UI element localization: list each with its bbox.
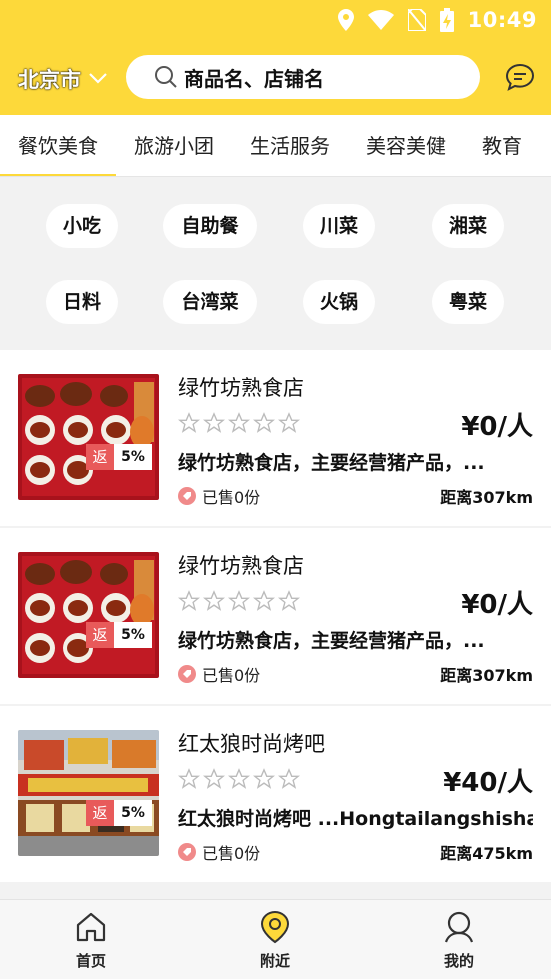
star-empty-icon bbox=[253, 768, 275, 789]
nav-home-label: 首页 bbox=[75, 952, 106, 970]
star-empty-icon bbox=[253, 590, 275, 611]
shop-list: 返 5% 绿竹坊熟食店 ¥0/人 绿竹坊熟食店，主要经营猪产品，... 已售0份… bbox=[0, 350, 551, 884]
city-selector[interactable]: 北京市 bbox=[18, 64, 107, 94]
star-empty-icon bbox=[228, 412, 250, 433]
shop-name: 绿竹坊熟食店 bbox=[178, 376, 304, 400]
star-empty-icon bbox=[278, 768, 300, 789]
nav-home[interactable]: 首页 bbox=[51, 910, 131, 971]
nav-me[interactable]: 我的 bbox=[419, 910, 499, 971]
message-button[interactable] bbox=[505, 63, 535, 95]
user-icon bbox=[444, 911, 474, 943]
shop-thumbnail bbox=[18, 552, 159, 678]
tab-education[interactable]: 教育 bbox=[464, 115, 540, 176]
subcategory-chip[interactable]: 川菜 bbox=[303, 204, 375, 248]
subcategory-chip[interactable]: 湘菜 bbox=[432, 204, 504, 248]
star-empty-icon bbox=[203, 590, 225, 611]
nav-me-label: 我的 bbox=[443, 952, 474, 970]
price-per-person: ¥0/人 bbox=[461, 412, 533, 442]
search-placeholder: 商品名、店铺名 bbox=[184, 66, 324, 91]
star-empty-icon bbox=[228, 590, 250, 611]
status-bar: 10:49 bbox=[337, 6, 537, 34]
shop-description: 绿竹坊熟食店，主要经营猪产品，... bbox=[178, 452, 485, 474]
star-empty-icon bbox=[178, 768, 200, 789]
subcategory-chip[interactable]: 火锅 bbox=[303, 280, 375, 324]
star-empty-icon bbox=[178, 412, 200, 433]
star-empty-icon bbox=[203, 412, 225, 433]
subcategory-chip[interactable]: 日料 bbox=[46, 280, 118, 324]
subcategory-grid: 小吃 自助餐 川菜 湘菜 日料 台湾菜 火锅 粤菜 bbox=[0, 178, 551, 350]
rebate-badge: 返 bbox=[86, 800, 114, 826]
subcategory-chip[interactable]: 小吃 bbox=[46, 204, 118, 248]
star-empty-icon bbox=[278, 412, 300, 433]
nav-nearby-label: 附近 bbox=[259, 952, 290, 970]
shop-description: 绿竹坊熟食店，主要经营猪产品，... bbox=[178, 630, 485, 652]
sold-count-label: 已售0份 bbox=[202, 666, 261, 685]
home-icon bbox=[76, 912, 106, 942]
location-status-icon bbox=[337, 9, 354, 31]
tab-beauty[interactable]: 美容美健 bbox=[348, 115, 464, 176]
search-input[interactable]: 商品名、店铺名 bbox=[126, 55, 480, 99]
shop-name: 红太狼时尚烤吧 bbox=[178, 732, 325, 756]
category-tabs: 餐饮美食 旅游小团 生活服务 美容美健 教育 bbox=[0, 115, 551, 177]
rebate-badge: 返 bbox=[86, 622, 114, 648]
shop-thumbnail bbox=[18, 730, 159, 856]
star-rating bbox=[178, 412, 300, 434]
sold-count-label: 已售0份 bbox=[202, 844, 261, 863]
subcategory-chip[interactable]: 自助餐 bbox=[163, 204, 257, 248]
tag-icon bbox=[178, 487, 196, 505]
star-rating bbox=[178, 590, 300, 612]
sold-count: 已售0份 bbox=[178, 840, 260, 864]
wifi-icon bbox=[367, 10, 394, 30]
location-pin-icon bbox=[260, 910, 290, 944]
sold-count: 已售0份 bbox=[178, 484, 260, 508]
distance: 距离307km bbox=[440, 488, 533, 507]
rebate-percent: 5% bbox=[114, 444, 152, 470]
subcategory-chip[interactable]: 台湾菜 bbox=[163, 280, 257, 324]
no-sim-icon bbox=[407, 9, 426, 31]
rebate-percent: 5% bbox=[114, 622, 152, 648]
chat-bubble-icon bbox=[505, 63, 535, 91]
search-icon bbox=[155, 66, 177, 88]
star-empty-icon bbox=[178, 590, 200, 611]
battery-charging-icon bbox=[439, 8, 454, 32]
price-per-person: ¥40/人 bbox=[443, 768, 533, 798]
shop-thumbnail bbox=[18, 374, 159, 500]
sold-count-label: 已售0份 bbox=[202, 488, 261, 507]
tag-icon bbox=[178, 843, 196, 861]
sold-count: 已售0份 bbox=[178, 662, 260, 686]
rebate-percent: 5% bbox=[114, 800, 152, 826]
star-rating bbox=[178, 768, 300, 790]
star-empty-icon bbox=[228, 768, 250, 789]
subcategory-chip[interactable]: 粤菜 bbox=[432, 280, 504, 324]
nav-nearby[interactable]: 附近 bbox=[235, 910, 315, 971]
tab-life-services[interactable]: 生活服务 bbox=[232, 115, 348, 176]
star-empty-icon bbox=[278, 590, 300, 611]
header: 10:49 北京市 商品名、店铺名 bbox=[0, 0, 551, 115]
city-label: 北京市 bbox=[18, 68, 81, 92]
distance: 距离307km bbox=[440, 666, 533, 685]
shop-description: 红太狼时尚烤吧 ...Hongtailangshishan bbox=[178, 808, 533, 830]
rebate-badge: 返 bbox=[86, 444, 114, 470]
shop-card[interactable]: 返 5% 绿竹坊熟食店 ¥0/人 绿竹坊熟食店，主要经营猪产品，... 已售0份… bbox=[0, 528, 551, 704]
star-empty-icon bbox=[253, 412, 275, 433]
tab-travel[interactable]: 旅游小团 bbox=[116, 115, 232, 176]
price-per-person: ¥0/人 bbox=[461, 590, 533, 620]
distance: 距离475km bbox=[440, 844, 533, 863]
shop-card[interactable]: 返 5% 绿竹坊熟食店 ¥0/人 绿竹坊熟食店，主要经营猪产品，... 已售0份… bbox=[0, 350, 551, 526]
shop-name: 绿竹坊熟食店 bbox=[178, 554, 304, 578]
chevron-down-icon bbox=[89, 73, 107, 84]
star-empty-icon bbox=[203, 768, 225, 789]
tag-icon bbox=[178, 665, 196, 683]
bottom-nav: 首页 附近 我的 bbox=[0, 899, 551, 979]
shop-card[interactable]: 返 5% 红太狼时尚烤吧 ¥40/人 红太狼时尚烤吧 ...Hongtailan… bbox=[0, 706, 551, 882]
clock: 10:49 bbox=[467, 8, 537, 32]
tab-food[interactable]: 餐饮美食 bbox=[0, 115, 116, 176]
